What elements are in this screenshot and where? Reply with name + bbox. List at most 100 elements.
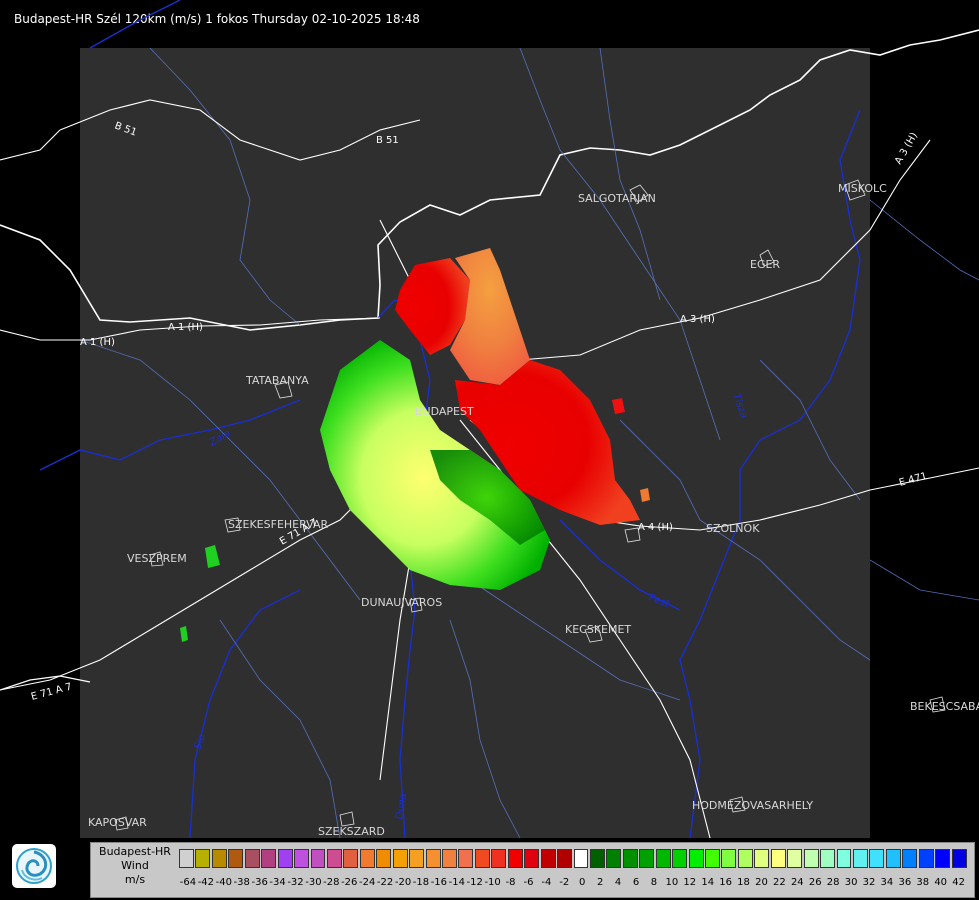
legend-swatch	[787, 849, 803, 868]
legend-tick-label: 0	[579, 877, 586, 888]
road-label-m1: A 1 (H)	[80, 337, 115, 348]
legend-swatch	[211, 849, 227, 868]
legend-tick-label: -8	[505, 877, 516, 888]
legend-swatch	[310, 849, 326, 868]
river-north	[89, 0, 181, 49]
legend-tick-label: -64	[179, 877, 197, 888]
legend-tick-label: 34	[880, 877, 894, 888]
road-label-e71: E 71 A 7	[30, 681, 73, 702]
legend-tick-label: 14	[701, 877, 715, 888]
legend-tick-label: 18	[737, 877, 750, 888]
legend-tick-label: -18	[412, 877, 430, 888]
legend-swatch	[491, 849, 507, 868]
legend-swatch	[228, 849, 244, 868]
legend-swatch	[803, 849, 819, 868]
legend-swatch	[589, 849, 605, 868]
legend-swatch	[820, 849, 835, 868]
legend-swatch	[885, 849, 901, 868]
legend-swatch	[507, 849, 523, 868]
legend-tick-label: -32	[287, 877, 304, 888]
legend-tick-label: 40	[934, 877, 948, 888]
legend-tick-label: -14	[448, 877, 465, 888]
legend-swatch	[622, 849, 638, 868]
city-label-szolnok: SZOLNOK	[706, 522, 760, 535]
legend-tick-label: 4	[614, 877, 622, 888]
legend-quantity: Wind	[121, 859, 149, 872]
city-label-tatabanya: TATABANYA	[245, 374, 309, 387]
legend-swatch	[326, 849, 342, 868]
legend-tick-label: -2	[559, 877, 570, 888]
legend-tick-label: 32	[862, 877, 876, 888]
legend-title: Budapest-HR Wind m/s	[91, 845, 179, 887]
legend-swatch	[935, 849, 951, 868]
legend-swatch	[951, 849, 967, 868]
legend-swatch	[294, 849, 309, 868]
legend-swatch	[902, 849, 918, 868]
legend-swatch	[244, 849, 260, 868]
road-label-a3: A 3 (H)	[893, 131, 920, 167]
swirl-logo-icon	[16, 848, 52, 884]
legend-tick-label: 28	[826, 877, 840, 888]
legend-swatch	[606, 849, 622, 868]
legend-tick-label: 22	[773, 877, 786, 888]
legend-swatch	[343, 849, 359, 868]
legend-swatch	[737, 849, 753, 868]
legend-swatch	[705, 849, 720, 868]
legend-tick-label: -28	[323, 877, 340, 888]
city-label-eger: EGER	[750, 258, 780, 271]
legend-tick-label: 36	[898, 877, 912, 888]
legend-tick-label: 42	[952, 877, 965, 888]
legend-swatch	[852, 849, 868, 868]
legend-tick-label: 30	[844, 877, 858, 888]
county-boundary	[869, 199, 979, 281]
road-label-a3: A 3 (H)	[680, 314, 715, 325]
city-label-hodmezovasarhely: HODMEZOVASARHELY	[692, 799, 813, 812]
legend-tick-label: 12	[683, 877, 697, 888]
legend-tick-label: 10	[665, 877, 679, 888]
city-label-bekescsaba: BEKESCSABA	[910, 700, 979, 713]
legend-swatches	[179, 849, 968, 870]
legend-swatch	[672, 849, 688, 868]
legend-swatch	[540, 849, 556, 868]
legend-swatch	[195, 849, 211, 868]
legend-tick-label: 8	[650, 877, 658, 888]
legend-tick-label: -40	[215, 877, 232, 888]
legend-tick-label: -36	[251, 877, 268, 888]
road-label-a4: A 4 (H)	[638, 522, 673, 533]
radar-map[interactable]: SALGOTARJAN EGER MISKOLC TATABANYA BUDAP…	[0, 0, 979, 900]
city-label-kecskemet: KECSKEMET	[565, 623, 631, 636]
legend-ticks: -64 -42 -40 -38 -36 -34 -32 -30 -28 -26 -24 -22 -20-…	[179, 877, 968, 891]
color-legend: Budapest-HR Wind m/s -64 -42 -40 -38 -36 -34-…	[90, 842, 975, 898]
legend-swatch	[425, 849, 441, 868]
legend-unit: m/s	[124, 873, 146, 886]
legend-swatch	[458, 849, 474, 868]
legend-tick-label: -12	[466, 877, 483, 888]
road-label-b51: B 51	[376, 135, 399, 146]
legend-swatch	[918, 849, 934, 868]
legend-tick-label: -30	[305, 877, 322, 888]
legend-tick-label: -10	[484, 877, 501, 888]
legend-tick-label: -20	[394, 877, 412, 888]
legend-swatch	[376, 849, 392, 868]
legend-swatch	[754, 849, 770, 868]
legend-swatch	[557, 849, 572, 868]
city-label-szekszard: SZEKSZARD	[318, 825, 385, 838]
legend-tick-label: -26	[341, 877, 358, 888]
legend-tick-label: -38	[233, 877, 250, 888]
road-label-e471: E 471	[898, 471, 928, 489]
legend-tick-label: 16	[719, 877, 732, 888]
legend-tick-label: 6	[632, 877, 640, 888]
city-label-salgotarjan: SALGOTARJAN	[578, 192, 656, 205]
legend-swatch	[721, 849, 737, 868]
legend-swatch	[359, 849, 375, 868]
city-label-veszprem: VESZPREM	[127, 552, 187, 565]
legend-swatch	[277, 849, 293, 868]
legend-swatch	[442, 849, 457, 868]
city-label-budapest: BUDAPEST	[415, 405, 474, 418]
city-label-kaposvar: KAPOSVAR	[88, 816, 147, 829]
legend-station: Budapest-HR	[99, 845, 171, 858]
legend-tick-label: 2	[596, 877, 604, 888]
legend-tick-label: -22	[376, 877, 394, 888]
legend-swatch	[409, 849, 425, 868]
legend-swatch	[869, 849, 885, 868]
